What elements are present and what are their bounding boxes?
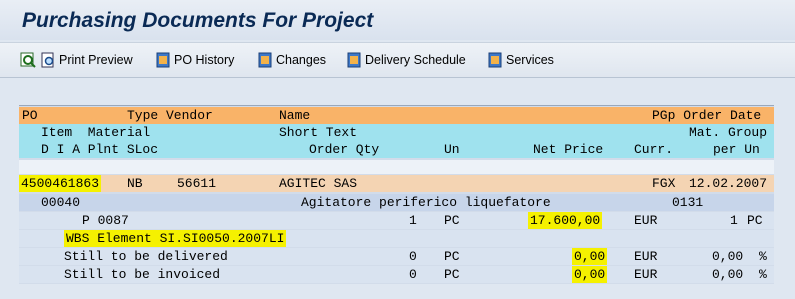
invoiced-pct-sign: %	[759, 267, 767, 282]
find-button[interactable]	[20, 43, 39, 77]
delivery-schedule-button[interactable]: Delivery Schedule	[346, 43, 466, 77]
col-short-text: Short Text	[279, 125, 358, 140]
item-number: 00040	[41, 195, 81, 210]
po-history-label: PO History	[174, 53, 235, 67]
changes-button[interactable]: Changes	[257, 43, 326, 77]
delivered-un: PC	[444, 249, 460, 264]
po-list-panel: PO Type Vendor Name PGp Order Date Item …	[19, 105, 774, 284]
item-row[interactable]: 00040 Agitatore periferico liquefatore 0…	[19, 194, 774, 211]
po-number[interactable]: 4500461863	[19, 175, 102, 192]
po-vendor: 56611	[177, 176, 217, 191]
po-row[interactable]: 4500461863 NB 56611 AGITEC SAS FGX 12.02…	[19, 175, 774, 192]
col-name: Name	[279, 108, 311, 123]
schedule-prefix: P 0087	[82, 213, 129, 228]
net-price-value: 17.600,00	[528, 212, 603, 229]
invoiced-qty: 0	[409, 267, 417, 282]
po-history-button[interactable]: PO History	[155, 43, 234, 77]
po-pgp: FGX	[652, 176, 676, 191]
col-net-price: Net Price	[533, 142, 604, 157]
changes-label: Changes	[276, 53, 327, 67]
still-to-be-invoiced-row: Still to be invoiced 0 PC 0,00 EUR 0,00 …	[19, 266, 774, 283]
col-type-vendor: Type Vendor	[127, 108, 213, 123]
delivered-value: 0,00	[572, 248, 608, 265]
delivered-pct-sign: %	[759, 249, 767, 264]
document-icon	[347, 52, 361, 68]
delivery-schedule-label: Delivery Schedule	[365, 53, 466, 67]
item-mat-group: 0131	[672, 195, 704, 210]
delivered-pct: 0,00	[712, 249, 744, 264]
wbs-row: WBS Element SI.SI0050.2007LI	[19, 230, 774, 247]
invoiced-label: Still to be invoiced	[64, 267, 221, 282]
header-row-3: D I A Plnt SLoc Order Qty Un Net Price C…	[19, 141, 774, 158]
application-toolbar: Print Preview PO History Changes Deliver…	[0, 42, 795, 78]
document-icon	[156, 52, 170, 68]
divider	[19, 105, 774, 106]
print-preview-button[interactable]: Print Preview	[40, 43, 133, 77]
col-order-qty: Order Qty	[309, 142, 380, 157]
delivered-qty: 0	[409, 249, 417, 264]
document-icon	[488, 52, 502, 68]
still-to-be-delivered-row: Still to be delivered 0 PC 0,00 EUR 0,00…	[19, 248, 774, 265]
schedule-un: PC	[444, 213, 460, 228]
col-item-material: Item Material	[41, 125, 151, 140]
schedule-qty: 1	[409, 213, 417, 228]
po-order-date: 12.02.2007	[689, 176, 768, 191]
col-mat-group: Mat. Group	[689, 125, 768, 140]
header-row-2: Item Material Short Text Mat. Group	[19, 124, 774, 141]
invoiced-value: 0,00	[572, 266, 608, 283]
delivered-label: Still to be delivered	[64, 249, 228, 264]
header-row-1: PO Type Vendor Name PGp Order Date	[19, 107, 774, 124]
invoiced-un: PC	[444, 267, 460, 282]
col-un: Un	[444, 142, 460, 157]
title-bar: Purchasing Documents For Project	[0, 0, 795, 40]
item-short-text: Agitatore periferico liquefatore	[301, 195, 551, 210]
po-type: NB	[127, 176, 143, 191]
schedule-per: 1	[730, 213, 738, 228]
invoiced-pct: 0,00	[712, 267, 744, 282]
schedule-curr: EUR	[634, 213, 658, 228]
document-icon	[258, 52, 272, 68]
col-curr: Curr.	[634, 142, 674, 157]
delivered-curr: EUR	[634, 249, 658, 264]
services-label: Services	[506, 53, 554, 67]
po-vendor-name: AGITEC SAS	[279, 176, 358, 191]
services-button[interactable]: Services	[487, 43, 554, 77]
col-po: PO	[22, 108, 38, 123]
col-per-un: per Un	[713, 142, 760, 157]
schedule-row: P 0087 1 PC 17.600,00 EUR 1 PC	[19, 212, 774, 229]
print-preview-label: Print Preview	[59, 53, 133, 67]
spacer-row	[19, 160, 774, 174]
col-pgp-order-date: PGp Order Date	[652, 108, 762, 123]
schedule-per-un: PC	[747, 213, 763, 228]
find-icon	[20, 52, 36, 68]
print-preview-icon	[41, 52, 54, 68]
invoiced-curr: EUR	[634, 267, 658, 282]
col-d-i-a-plnt-sloc: D I A Plnt SLoc	[41, 142, 159, 157]
page-title: Purchasing Documents For Project	[22, 9, 374, 32]
wbs-element-text: WBS Element SI.SI0050.2007LI	[64, 230, 287, 247]
